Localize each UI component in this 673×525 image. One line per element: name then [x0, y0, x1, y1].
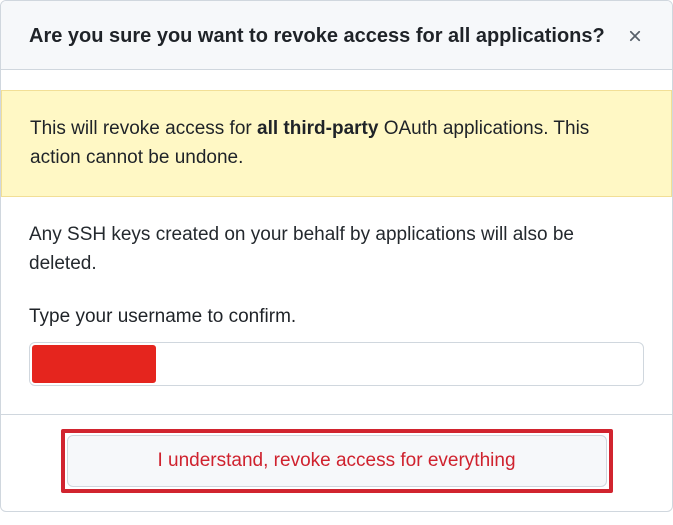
username-input[interactable] [29, 342, 644, 386]
dialog-footer: I understand, revoke access for everythi… [1, 414, 672, 511]
close-icon [626, 27, 644, 45]
username-input-wrap [29, 342, 644, 386]
body-text: Any SSH keys created on your behalf by a… [29, 221, 644, 278]
revoke-button[interactable]: I understand, revoke access for everythi… [67, 435, 607, 487]
close-button[interactable] [620, 21, 650, 51]
warning-text-prefix: This will revoke access for [30, 118, 257, 139]
dialog-title: Are you sure you want to revoke access f… [29, 25, 605, 48]
confirm-label: Type your username to confirm. [29, 306, 644, 328]
dialog-body: Any SSH keys created on your behalf by a… [1, 197, 672, 414]
revoke-access-dialog: Are you sure you want to revoke access f… [0, 0, 673, 512]
warning-text-bold: all third-party [257, 118, 378, 139]
dialog-header: Are you sure you want to revoke access f… [1, 1, 672, 70]
revoke-button-wrap: I understand, revoke access for everythi… [67, 435, 607, 487]
warning-banner: This will revoke access for all third-pa… [1, 90, 672, 197]
